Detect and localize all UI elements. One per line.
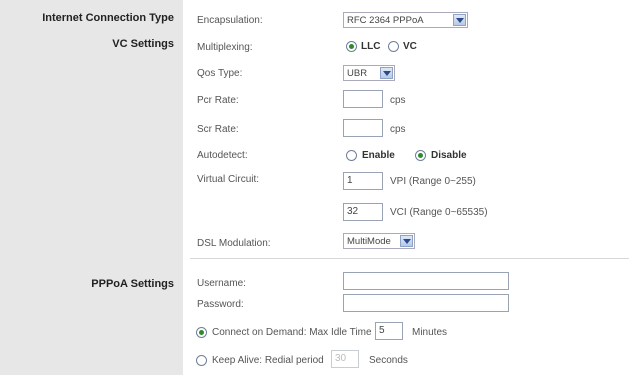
vpi-input[interactable]: 1: [343, 172, 383, 190]
dsl-modulation-value: MultiMode: [347, 236, 391, 247]
autodetect-disable-label: Disable: [431, 150, 467, 161]
keep-alive-label: Keep Alive: Redial period: [212, 355, 324, 366]
multiplexing-vc-radio[interactable]: [388, 41, 399, 52]
multiplexing-llc-label: LLC: [361, 41, 381, 52]
encapsulation-value: RFC 2364 PPPoA: [347, 15, 424, 26]
autodetect-enable-label: Enable: [362, 150, 395, 161]
left-panel: [0, 0, 183, 375]
scr-rate-label: Scr Rate:: [197, 124, 239, 135]
keep-alive-radio[interactable]: [196, 355, 207, 366]
vpi-range-hint: VPI (Range 0~255): [390, 176, 476, 187]
autodetect-enable-radio[interactable]: [346, 150, 357, 161]
password-label: Password:: [197, 299, 244, 310]
pcr-rate-unit: cps: [390, 95, 406, 106]
vc-settings-heading: VC Settings: [112, 38, 174, 50]
max-idle-time-input[interactable]: 5: [375, 322, 403, 340]
connect-on-demand-radio[interactable]: [196, 327, 207, 338]
autodetect-disable-radio[interactable]: [415, 150, 426, 161]
dsl-modulation-label: DSL Modulation:: [197, 238, 271, 249]
connect-on-demand-label: Connect on Demand: Max Idle Time: [212, 327, 372, 338]
multiplexing-llc-radio[interactable]: [346, 41, 357, 52]
vci-input[interactable]: 32: [343, 203, 383, 221]
dsl-modulation-select[interactable]: MultiMode: [343, 233, 415, 249]
chevron-down-icon: [380, 67, 393, 79]
qos-type-select[interactable]: UBR: [343, 65, 395, 81]
qos-type-label: Qos Type:: [197, 68, 243, 79]
internet-connection-type-heading: Internet Connection Type: [42, 12, 174, 24]
pcr-rate-label: Pcr Rate:: [197, 95, 239, 106]
pppoa-settings-heading: PPPoA Settings: [91, 278, 174, 290]
virtual-circuit-label: Virtual Circuit:: [197, 174, 260, 185]
qos-type-value: UBR: [347, 68, 368, 79]
vci-range-hint: VCI (Range 0~65535): [390, 207, 488, 218]
multiplexing-label: Multiplexing:: [197, 42, 253, 53]
username-input[interactable]: [343, 272, 509, 290]
multiplexing-vc-label: VC: [403, 41, 417, 52]
section-divider: [190, 258, 629, 259]
chevron-down-icon: [400, 235, 413, 247]
settings-panel: [183, 0, 629, 375]
pcr-rate-input[interactable]: [343, 90, 383, 108]
scr-rate-unit: cps: [390, 124, 406, 135]
username-label: Username:: [197, 278, 246, 289]
password-input[interactable]: [343, 294, 509, 312]
encapsulation-select[interactable]: RFC 2364 PPPoA: [343, 12, 468, 28]
redial-period-unit: Seconds: [369, 355, 408, 366]
autodetect-label: Autodetect:: [197, 150, 248, 161]
encapsulation-label: Encapsulation:: [197, 15, 263, 26]
redial-period-input[interactable]: 30: [331, 350, 359, 368]
chevron-down-icon: [453, 14, 466, 26]
scr-rate-input[interactable]: [343, 119, 383, 137]
max-idle-time-unit: Minutes: [412, 327, 448, 338]
